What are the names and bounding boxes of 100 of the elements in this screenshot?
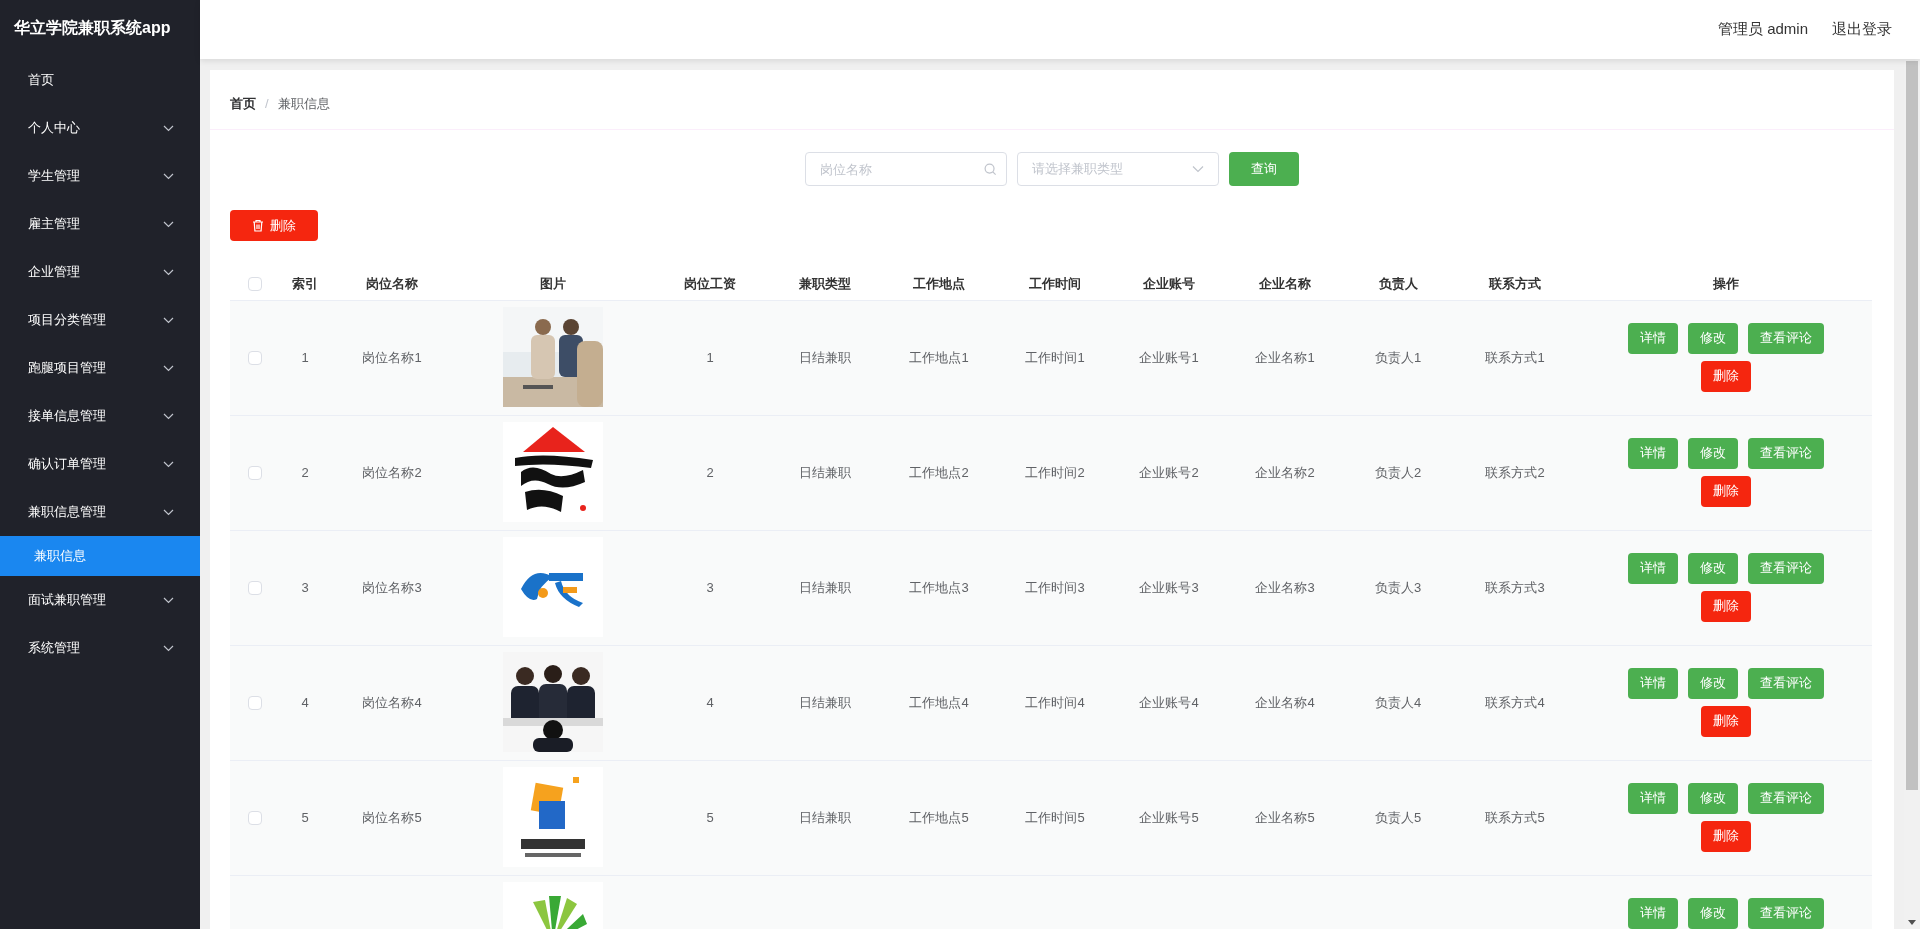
table-cell: 2 [301, 464, 309, 480]
chevron-down-icon [163, 172, 174, 180]
menu-item[interactable]: 学生管理 [0, 152, 200, 200]
chevron-down-icon [163, 316, 174, 324]
column-header: 岗位名称 [366, 275, 418, 291]
menu-item[interactable]: 跑腿项目管理 [0, 344, 200, 392]
menu-item[interactable]: 兼职信息管理 [0, 488, 200, 536]
table-cell: 4 [706, 694, 714, 710]
table-cell: 工作时间5 [1025, 809, 1085, 825]
action-button[interactable]: 查看评论 [1748, 437, 1824, 469]
table-cell: 5 [301, 809, 309, 825]
action-button[interactable]: 详情 [1628, 437, 1678, 469]
app-title: 华立学院兼职系统app [14, 18, 171, 38]
query-button[interactable]: 查询 [1229, 152, 1299, 186]
column-header: 索引 [292, 275, 318, 291]
action-button[interactable]: 修改 [1688, 667, 1738, 699]
delete-button[interactable]: 删除 [1701, 705, 1751, 737]
table-cell: 企业账号4 [1139, 694, 1199, 710]
chevron-down-icon [163, 412, 174, 420]
action-button[interactable]: 查看评论 [1748, 897, 1824, 929]
delete-button[interactable]: 删除 [1701, 590, 1751, 622]
column-header: 岗位工资 [684, 275, 736, 291]
table-cell: 负责人1 [1374, 349, 1422, 365]
action-button[interactable]: 修改 [1688, 437, 1738, 469]
action-button[interactable]: 修改 [1688, 782, 1738, 814]
menu-item[interactable]: 企业管理 [0, 248, 200, 296]
action-button[interactable]: 查看评论 [1748, 322, 1824, 354]
table-cell: 工作地点2 [909, 464, 969, 480]
action-button[interactable]: 修改 [1688, 322, 1738, 354]
table-cell: 工作地点3 [909, 579, 969, 595]
table-cell: 负责人3 [1374, 579, 1422, 595]
action-button[interactable]: 修改 [1688, 897, 1738, 929]
table-cell: 日结兼职 [799, 464, 851, 480]
checkbox[interactable] [248, 696, 262, 711]
logout-link[interactable]: 退出登录 [1832, 18, 1892, 41]
table-cell: 岗位名称3 [362, 579, 422, 595]
table-cell: 1 [301, 349, 309, 365]
table-cell: 3 [706, 579, 714, 595]
menu-item[interactable]: 面试兼职管理 [0, 576, 200, 624]
table-cell: 工作时间2 [1025, 464, 1085, 480]
column-header: 负责人 [1378, 275, 1418, 291]
menu-item[interactable]: 确认订单管理 [0, 440, 200, 488]
action-button[interactable]: 详情 [1628, 552, 1678, 584]
column-header: 企业名称 [1259, 275, 1311, 291]
checkbox[interactable] [248, 811, 262, 826]
action-button[interactable]: 查看评论 [1748, 782, 1824, 814]
table-cell: 工作地点1 [909, 349, 969, 365]
action-button[interactable]: 详情 [1628, 667, 1678, 699]
table-cell: 日结兼职 [799, 809, 851, 825]
action-button[interactable]: 详情 [1628, 897, 1678, 929]
table-cell: 负责人4 [1374, 694, 1422, 710]
menu-item[interactable]: 个人中心 [0, 104, 200, 152]
menu-item[interactable]: 接单信息管理 [0, 392, 200, 440]
table-cell: 工作地点4 [909, 694, 969, 710]
checkbox[interactable] [248, 466, 262, 481]
table-cell: 2 [706, 464, 714, 480]
column-header: 联系方式 [1489, 275, 1541, 291]
table-cell: 负责人2 [1374, 464, 1422, 480]
delete-button[interactable]: 删除 [230, 210, 318, 241]
checkbox[interactable] [248, 581, 262, 596]
trash-icon [252, 219, 264, 232]
action-button[interactable]: 详情 [1628, 782, 1678, 814]
menu-item[interactable]: 首页 [0, 56, 200, 104]
delete-button[interactable]: 删除 [1701, 475, 1751, 507]
table-cell: 工作时间1 [1025, 349, 1085, 365]
column-header: 操作 [1713, 275, 1739, 291]
column-header: 图片 [540, 275, 566, 291]
breadcrumb-item[interactable]: 首页 [230, 93, 256, 114]
table-cell: 企业名称4 [1255, 694, 1315, 710]
search-field[interactable]: 岗位名称 [805, 152, 1007, 186]
column-header: 工作时间 [1029, 275, 1081, 291]
submenu-item[interactable]: 兼职信息 [0, 536, 200, 576]
action-button[interactable]: 查看评论 [1748, 552, 1824, 584]
chevron-down-icon [163, 220, 174, 228]
table-cell: 联系方式1 [1485, 349, 1545, 365]
table-cell: 企业账号3 [1139, 579, 1199, 595]
action-button[interactable]: 查看评论 [1748, 667, 1824, 699]
table-cell: 工作地点5 [909, 809, 969, 825]
chevron-down-icon [163, 508, 174, 516]
table-cell: 岗位名称4 [362, 694, 422, 710]
table-cell: 工作时间4 [1025, 694, 1085, 710]
table-cell: 联系方式4 [1485, 694, 1545, 710]
menu-item[interactable]: 雇主管理 [0, 200, 200, 248]
action-button[interactable]: 修改 [1688, 552, 1738, 584]
breadcrumb-item: 兼职信息 [277, 94, 330, 113]
arrow-down-icon[interactable] [1908, 920, 1916, 925]
action-button[interactable]: 详情 [1628, 322, 1678, 354]
delete-button[interactable]: 删除 [1701, 360, 1751, 392]
table-cell: 岗位名称5 [362, 809, 422, 825]
column-header: 企业账号 [1143, 275, 1195, 291]
table-cell: 负责人5 [1374, 809, 1422, 825]
table-cell: 企业名称1 [1255, 349, 1315, 365]
checkbox[interactable] [248, 277, 262, 292]
checkbox[interactable] [248, 351, 262, 366]
menu-item[interactable]: 系统管理 [0, 624, 200, 672]
table-cell: 企业账号1 [1139, 349, 1199, 365]
menu-item[interactable]: 项目分类管理 [0, 296, 200, 344]
table-cell: 企业账号5 [1139, 809, 1199, 825]
table-cell: 岗位名称2 [362, 464, 422, 480]
delete-button[interactable]: 删除 [1701, 820, 1751, 852]
